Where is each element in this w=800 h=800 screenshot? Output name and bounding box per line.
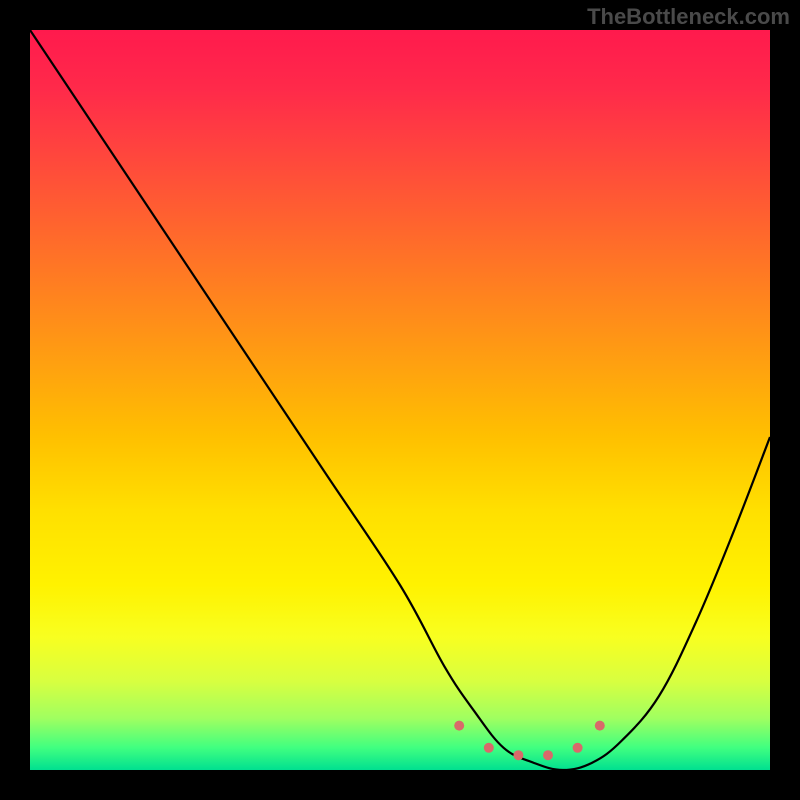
watermark-text: TheBottleneck.com: [587, 4, 790, 30]
bottleneck-curve: [30, 30, 770, 770]
optimal-range-markers: [454, 721, 605, 761]
marker-point: [454, 721, 464, 731]
chart-plot-area: [30, 30, 770, 770]
marker-point: [595, 721, 605, 731]
marker-point: [543, 750, 553, 760]
marker-point: [484, 743, 494, 753]
marker-point: [513, 750, 523, 760]
chart-svg: [30, 30, 770, 770]
marker-point: [573, 743, 583, 753]
